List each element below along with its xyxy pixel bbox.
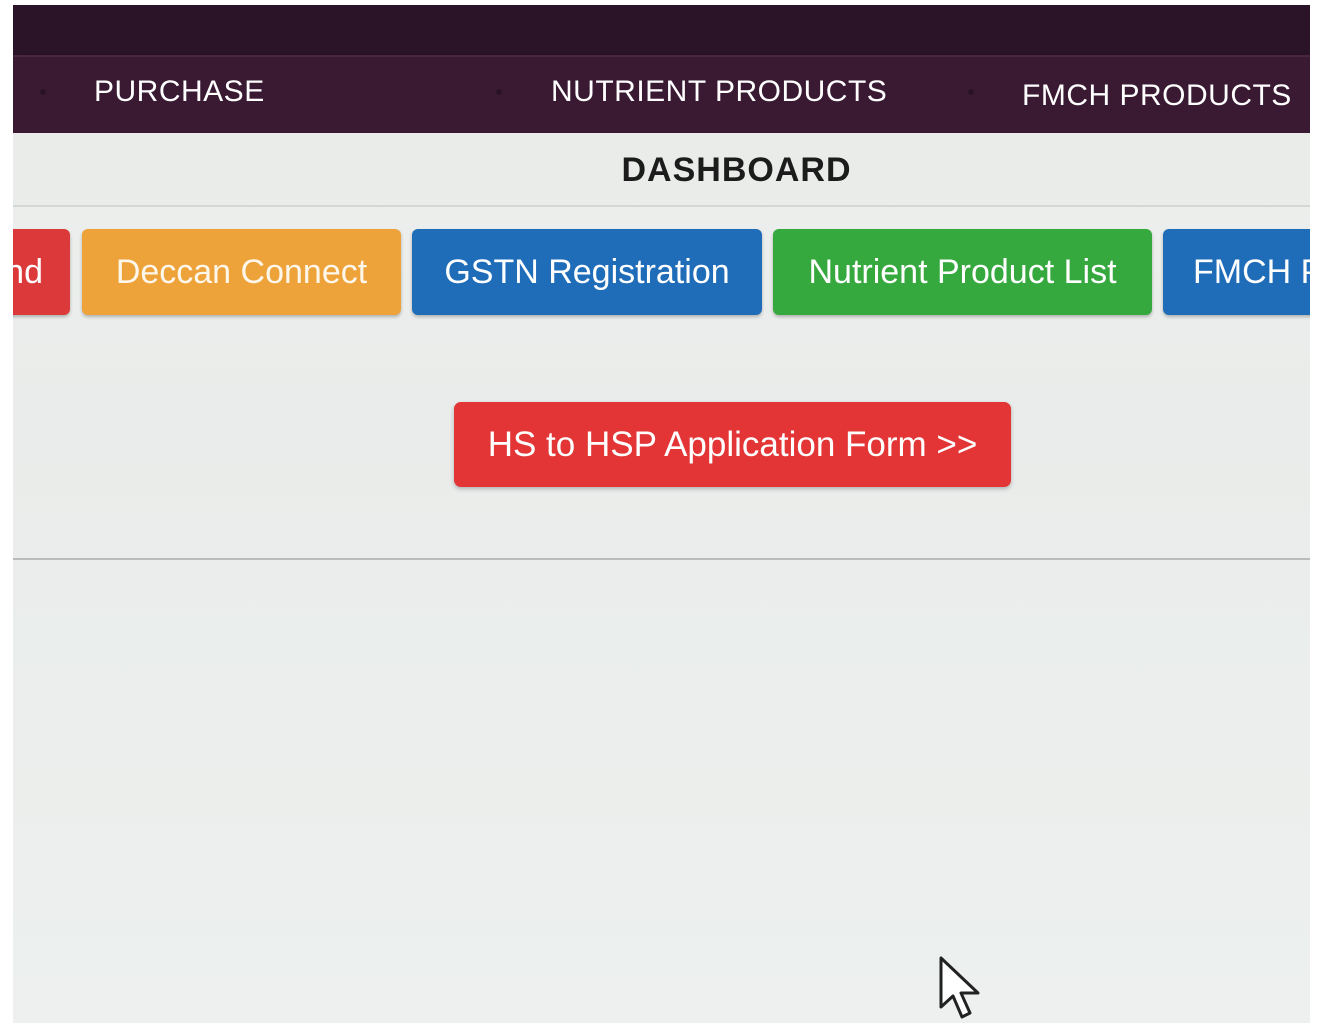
nav-item-fmch-products[interactable]: FMCH PRODUCTS bbox=[1022, 79, 1292, 113]
nav-separator bbox=[40, 89, 46, 95]
top-header-bar bbox=[13, 5, 1310, 55]
nav-separator bbox=[968, 89, 974, 95]
tile-button-nutrient-product-list[interactable]: Nutrient Product List bbox=[773, 229, 1152, 315]
tile-button-red[interactable]: nd bbox=[13, 229, 70, 315]
nav-separator bbox=[496, 89, 502, 95]
tile-button-gstn-registration[interactable]: GSTN Registration bbox=[412, 229, 762, 315]
main-nav-bar: PURCHASE NUTRIENT PRODUCTS FMCH PRODUCTS bbox=[13, 55, 1310, 133]
page-title: DASHBOARD bbox=[621, 151, 852, 189]
app-screen: PURCHASE NUTRIENT PRODUCTS FMCH PRODUCTS… bbox=[13, 5, 1310, 1023]
tile-button-deccan-connect[interactable]: Deccan Connect bbox=[82, 229, 401, 315]
nav-item-nutrient-products[interactable]: NUTRIENT PRODUCTS bbox=[551, 75, 887, 109]
tile-button-fmch-products[interactable]: FMCH P bbox=[1163, 229, 1310, 315]
nav-item-purchase[interactable]: PURCHASE bbox=[94, 75, 265, 109]
mouse-pointer-icon bbox=[938, 955, 988, 1023]
page-title-bar: DASHBOARD bbox=[13, 133, 1310, 207]
section-divider bbox=[13, 558, 1310, 560]
hs-to-hsp-application-form-button[interactable]: HS to HSP Application Form >> bbox=[454, 402, 1011, 487]
